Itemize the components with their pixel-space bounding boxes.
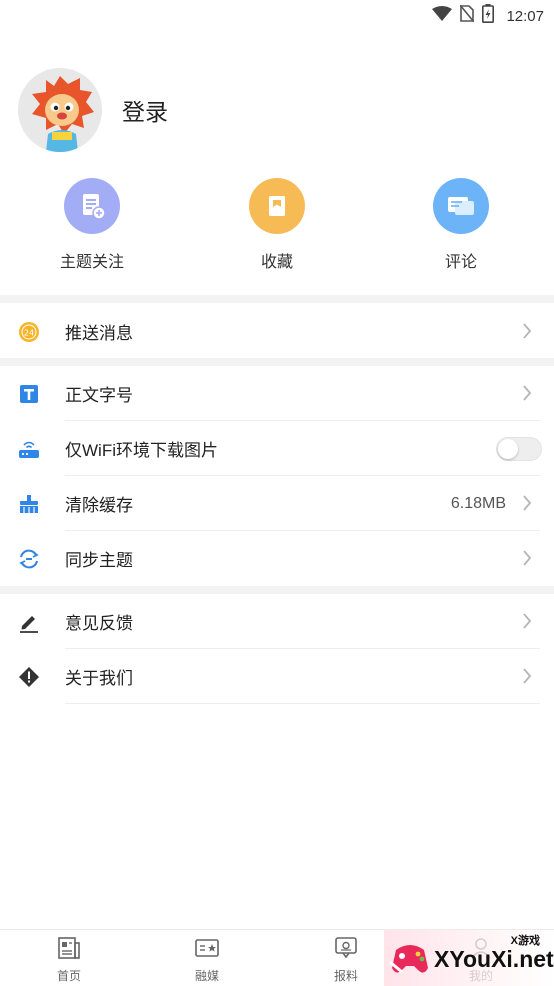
home-news-icon [56, 937, 82, 964]
chevron-right-icon [522, 323, 532, 344]
menu-item-sync-topics[interactable]: 同步主题 [0, 531, 554, 586]
menu-item-clear-cache[interactable]: 清除缓存 6.18MB [0, 476, 554, 531]
menu-item-feedback[interactable]: 意见反馈 [0, 594, 554, 649]
section-divider [0, 358, 554, 366]
quick-action-label: 主题关注 [59, 254, 124, 271]
menu-item-wifi-only-images[interactable]: 仅WiFi环境下载图片 [0, 421, 554, 476]
chevron-right-icon [522, 495, 532, 516]
chevron-right-icon [522, 668, 532, 689]
profile-header[interactable]: 登录 [18, 68, 168, 152]
menu-item-about-us[interactable]: 关于我们 [0, 649, 554, 704]
battery-icon [482, 4, 495, 28]
wifi-icon [432, 5, 453, 27]
cache-size-value: 6.18MB [450, 494, 506, 512]
watermark: X游戏 XYouXi.net [384, 930, 554, 986]
tab-report[interactable]: 报料 [306, 936, 386, 984]
report-icon [333, 937, 359, 964]
tab-label: 融媒 [194, 969, 219, 983]
menu-item-label: 推送消息 [65, 324, 133, 343]
menu-item-label: 意见反馈 [65, 614, 133, 633]
section-divider [0, 295, 554, 303]
login-label[interactable]: 登录 [122, 93, 168, 127]
status-time: 12:07 [506, 7, 544, 25]
tab-label: 报料 [333, 969, 358, 983]
text-size-icon [18, 383, 40, 405]
router-icon [18, 438, 40, 460]
pencil-icon [18, 611, 40, 633]
no-sim-icon [459, 4, 476, 27]
warning-diamond-icon [18, 666, 40, 688]
comment-icon [433, 178, 489, 234]
chevron-right-icon [522, 613, 532, 634]
svg-text:24: 24 [24, 328, 34, 337]
quick-actions: 主题关注 收藏 评论 [0, 178, 554, 278]
row-divider [65, 703, 540, 704]
followed-topics-button[interactable]: 主题关注 [32, 178, 152, 272]
favorites-button[interactable]: 收藏 [217, 178, 337, 272]
menu-item-push-messages[interactable]: 24 推送消息 [0, 304, 554, 359]
lion-mascot-avatar [18, 68, 102, 152]
media-icon [194, 939, 220, 964]
watermark-text: XYouXi.net [434, 946, 554, 972]
tab-label: 首页 [56, 969, 81, 983]
push-24-icon: 24 [18, 321, 40, 343]
status-bar: 12:07 [0, 0, 554, 30]
tab-media[interactable]: 融媒 [167, 936, 247, 984]
broom-icon [18, 493, 40, 515]
menu-item-text-size[interactable]: 正文字号 [0, 366, 554, 421]
sync-icon [18, 548, 40, 570]
menu-item-label: 同步主题 [65, 551, 133, 570]
document-add-icon [64, 178, 120, 234]
quick-action-label: 评论 [444, 254, 477, 271]
wifi-only-toggle[interactable] [496, 436, 542, 461]
tab-home[interactable]: 首页 [29, 936, 109, 984]
bookmark-icon [249, 178, 305, 234]
gamepad-logo-icon [388, 936, 432, 985]
menu-item-label: 仅WiFi环境下载图片 [65, 441, 218, 460]
quick-action-label: 收藏 [260, 254, 293, 271]
menu-item-label: 正文字号 [65, 386, 133, 405]
menu-item-label: 关于我们 [65, 669, 133, 688]
menu-item-label: 清除缓存 [65, 496, 133, 515]
avatar[interactable] [18, 68, 102, 152]
comments-button[interactable]: 评论 [401, 178, 521, 272]
section-divider [0, 586, 554, 594]
chevron-right-icon [522, 385, 532, 406]
chevron-right-icon [522, 550, 532, 571]
